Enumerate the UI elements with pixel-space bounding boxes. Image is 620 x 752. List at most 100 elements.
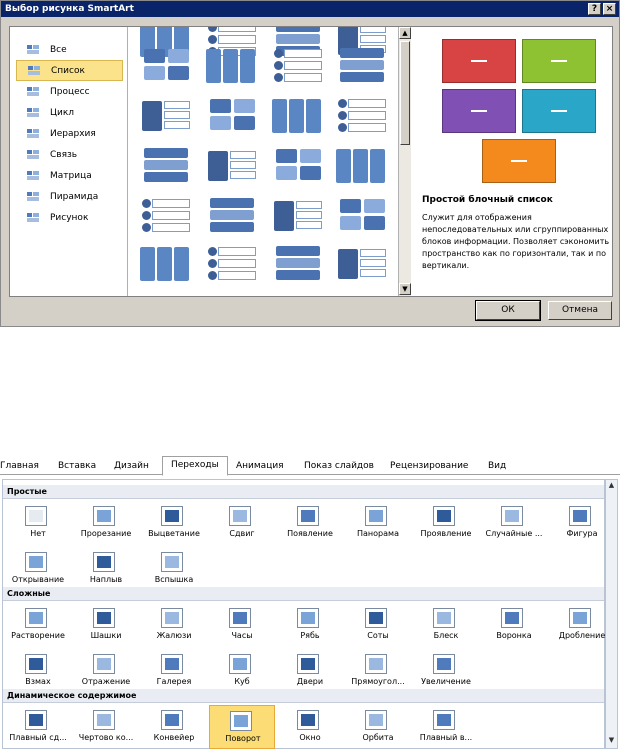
transition-icon — [365, 654, 387, 674]
category-item[interactable]: Список — [16, 60, 123, 81]
transition-item[interactable]: Куб — [209, 649, 275, 693]
transition-icon — [25, 710, 47, 730]
category-item[interactable]: Связь — [16, 144, 123, 165]
scroll-down-icon[interactable]: ▼ — [606, 735, 617, 745]
transition-item[interactable]: Плавный сд... — [5, 705, 71, 749]
transition-item[interactable]: Взмах — [5, 649, 71, 693]
transition-item[interactable]: Открывание — [5, 547, 71, 591]
transition-item[interactable]: Часы — [209, 603, 275, 647]
transition-item[interactable]: Случайные ... — [481, 501, 547, 545]
layout-thumbnail[interactable] — [206, 195, 258, 235]
category-item[interactable]: Иерархия — [16, 123, 123, 144]
transition-item[interactable]: Плавный в... — [413, 705, 479, 749]
transition-icon — [25, 506, 47, 526]
transition-icon — [93, 710, 115, 730]
layout-thumbnail[interactable] — [336, 95, 388, 135]
category-item[interactable]: Рисунок — [16, 207, 123, 228]
transition-item[interactable]: Орбита — [345, 705, 411, 749]
tab-2[interactable]: Дизайн — [114, 458, 149, 475]
transition-item[interactable]: Нет — [5, 501, 71, 545]
layout-thumbnail[interactable] — [272, 145, 324, 185]
transition-item[interactable]: Соты — [345, 603, 411, 647]
transition-item[interactable]: Сдвиг — [209, 501, 275, 545]
ribbon-tabs: Главная Вставка Дизайн Переходы Анимация Пока… — [0, 455, 620, 476]
transition-item[interactable]: Галерея — [141, 649, 207, 693]
transition-item[interactable]: Наплыв — [73, 547, 139, 591]
layout-thumbnail[interactable] — [336, 195, 388, 235]
layout-thumbnail[interactable] — [206, 145, 258, 185]
transition-item[interactable]: Проявление — [413, 501, 479, 545]
transition-item[interactable]: Блеск — [413, 603, 479, 647]
transitions-gallery: Простые Нет Прорезание Выцветание Сдвиг Появл… — [2, 479, 605, 749]
preview-block — [482, 139, 556, 183]
transition-item[interactable]: Вспышка — [141, 547, 207, 591]
tab-5[interactable]: Показ слайдов — [304, 458, 374, 475]
transition-icon — [501, 608, 523, 628]
layout-thumbnail[interactable] — [140, 145, 192, 185]
transition-item[interactable]: Жалюзи — [141, 603, 207, 647]
transition-item[interactable]: Конвейер — [141, 705, 207, 749]
transition-icon — [93, 608, 115, 628]
tab-1[interactable]: Вставка — [58, 458, 96, 475]
transition-item[interactable]: Окно — [277, 705, 343, 749]
transition-label: Отражение — [81, 677, 131, 686]
tab-3[interactable]: Переходы — [162, 456, 228, 476]
transition-item[interactable]: Двери — [277, 649, 343, 693]
transitions-scrollbar[interactable]: ▲ ▼ — [605, 479, 618, 749]
cancel-button[interactable]: Отмена — [548, 301, 612, 320]
tab-0[interactable]: Главная — [0, 458, 39, 475]
layout-thumbnail[interactable] — [206, 45, 258, 85]
preview-block — [522, 39, 596, 83]
tab-6[interactable]: Рецензирование — [390, 458, 468, 475]
scroll-up-icon[interactable]: ▲ — [399, 27, 411, 39]
scroll-thumb[interactable] — [400, 41, 410, 145]
layout-thumbnail[interactable] — [336, 145, 388, 185]
category-item[interactable]: Пирамида — [16, 186, 123, 207]
ok-button[interactable]: ОК — [475, 300, 541, 321]
layout-thumbnail[interactable] — [140, 45, 192, 85]
category-item[interactable]: Цикл — [16, 102, 123, 123]
transition-icon — [297, 608, 319, 628]
layout-thumbnail[interactable] — [206, 95, 258, 135]
transition-item[interactable]: Панорама — [345, 501, 411, 545]
category-item[interactable]: Все — [16, 39, 123, 60]
layout-thumbnail[interactable] — [140, 195, 192, 235]
transition-item[interactable]: Шашки — [73, 603, 139, 647]
transition-item[interactable]: Увеличение — [413, 649, 479, 693]
tab-4[interactable]: Анимация — [236, 458, 284, 475]
layout-thumbnail[interactable] — [272, 243, 324, 283]
transition-item[interactable]: Воронка — [481, 603, 547, 647]
scroll-up-icon[interactable]: ▲ — [606, 480, 617, 490]
category-item[interactable]: Процесс — [16, 81, 123, 102]
transition-item[interactable]: Растворение — [5, 603, 71, 647]
scroll-down-icon[interactable]: ▼ — [399, 283, 411, 295]
category-label: Матрица — [50, 170, 92, 181]
tab-7[interactable]: Вид — [488, 458, 506, 475]
layout-thumbnail[interactable] — [140, 95, 192, 135]
transition-item[interactable]: Появление — [277, 501, 343, 545]
gallery-scrollbar[interactable]: ▲ ▼ — [398, 27, 411, 296]
layout-thumbnail[interactable] — [336, 243, 388, 283]
layout-thumbnail[interactable] — [272, 45, 324, 85]
transition-item[interactable]: Прямоугол... — [345, 649, 411, 693]
category-item[interactable]: Матрица — [16, 165, 123, 186]
help-button[interactable]: ? — [588, 3, 601, 15]
transition-item[interactable]: Прорезание — [73, 501, 139, 545]
layout-thumbnail[interactable] — [336, 45, 388, 85]
category-label: Все — [50, 44, 67, 55]
transition-icon — [433, 654, 455, 674]
layout-thumbnail[interactable] — [272, 195, 324, 235]
transition-item[interactable]: Выцветание — [141, 501, 207, 545]
transition-icon — [93, 552, 115, 572]
preview-block — [442, 89, 516, 133]
transition-item[interactable]: Чертово ко... — [73, 705, 139, 749]
picture-icon — [26, 212, 40, 223]
transition-item[interactable]: Рябь — [277, 603, 343, 647]
layout-thumbnail[interactable] — [140, 243, 192, 283]
transition-item[interactable]: Поворот — [209, 705, 275, 749]
layout-thumbnail[interactable] — [206, 243, 258, 283]
transition-item[interactable]: Отражение — [73, 649, 139, 693]
transition-icon — [297, 710, 319, 730]
layout-thumbnail[interactable] — [272, 95, 324, 135]
close-button[interactable]: × — [603, 3, 616, 15]
